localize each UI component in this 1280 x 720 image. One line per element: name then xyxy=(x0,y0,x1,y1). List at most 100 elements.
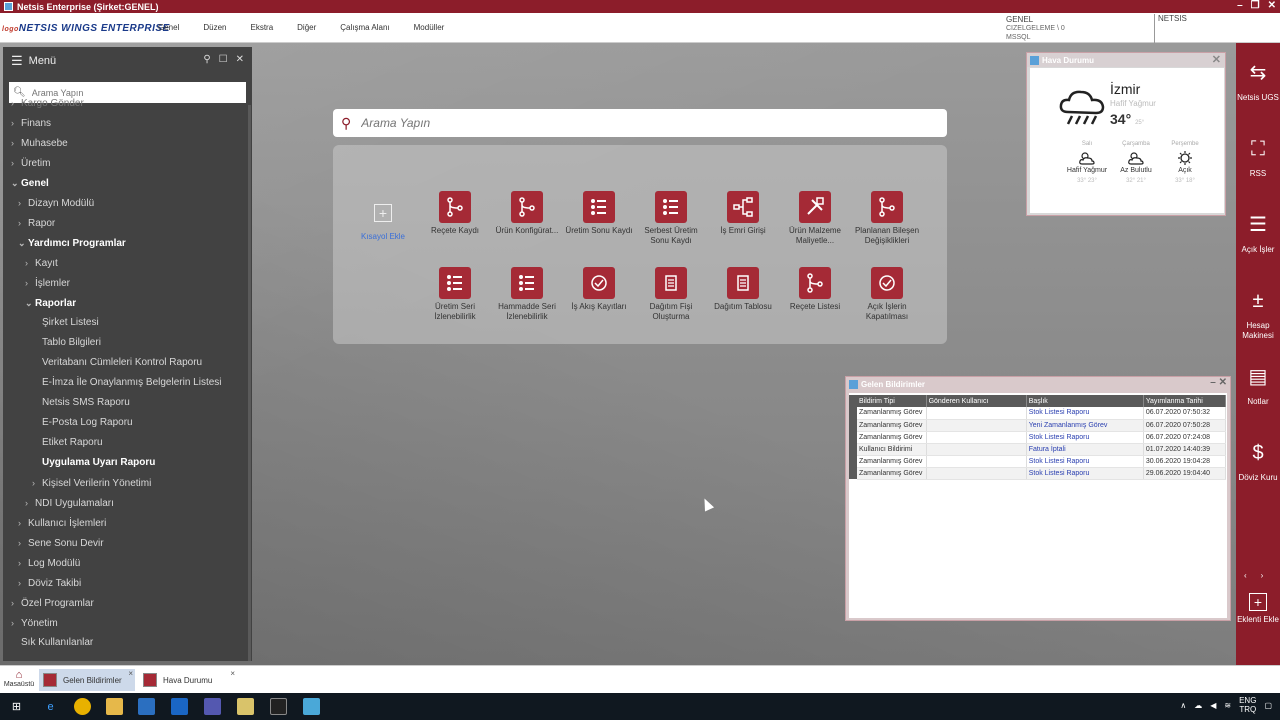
sidebar-item[interactable]: ▤ Notlar xyxy=(1236,361,1280,407)
column-header[interactable]: Gönderen Kullanıcı xyxy=(926,395,1027,407)
maximize-icon[interactable]: ☐ xyxy=(219,54,228,65)
shortcut-tile[interactable]: Üretim Seri İzlenebilirlik xyxy=(420,267,490,322)
shortcut-tile[interactable]: Reçete Listesi xyxy=(780,267,850,312)
table-cell[interactable]: Stok Listesi Raporu xyxy=(1026,431,1144,444)
menu-tree-item[interactable]: Etiket Raporu xyxy=(3,433,252,453)
menu-item[interactable]: Düzen xyxy=(203,23,226,32)
main-search-box[interactable]: ⚲ xyxy=(333,109,947,137)
chevron-right-icon[interactable]: › xyxy=(1261,571,1278,580)
close-icon[interactable]: ✕ xyxy=(1219,377,1227,388)
menu-item[interactable]: Diğer xyxy=(297,23,316,32)
table-cell[interactable]: Stok Listesi Raporu xyxy=(1026,467,1144,480)
sidebar-item[interactable]: ± Hesap Makinesi xyxy=(1236,285,1280,341)
shortcut-tile[interactable]: Planlanan Bileşen Değişiklikleri xyxy=(852,191,922,246)
tab-close-icon[interactable]: × xyxy=(128,669,133,678)
terminal-icon[interactable] xyxy=(270,698,287,715)
menu-tree-item[interactable]: › Üretim xyxy=(3,153,252,173)
tab-close-icon[interactable]: × xyxy=(230,669,235,678)
sidebar-arrows[interactable]: ‹› xyxy=(1244,571,1277,580)
shortcut-tile[interactable]: Dağıtım Fişi Oluşturma xyxy=(636,267,706,322)
menu-item[interactable]: Çalışma Alanı xyxy=(340,23,389,32)
notification-center-icon[interactable]: ▢ xyxy=(1264,701,1272,710)
shortcut-tile[interactable]: Üretim Sonu Kaydı xyxy=(564,191,634,236)
menu-tree-item[interactable]: › NDI Uygulamaları xyxy=(3,493,252,513)
minimize-icon[interactable]: – xyxy=(1210,377,1216,388)
column-header[interactable]: Başlık xyxy=(1026,395,1144,407)
volume-icon[interactable]: ◀ xyxy=(1210,701,1216,710)
menu-tree-item[interactable]: › Kişisel Verilerin Yönetimi xyxy=(3,473,252,493)
menu-tree-item[interactable]: › Yönetim xyxy=(3,613,252,633)
menu-tree-item[interactable]: ⌄ Raporlar xyxy=(3,293,252,313)
teams-icon[interactable] xyxy=(204,698,221,715)
menu-scrollbar[interactable] xyxy=(248,105,251,661)
table-row[interactable]: Zamanlanmış Görev Yeni Zamanlanmış Görev 0… xyxy=(849,419,1227,432)
menu-tree-item[interactable]: › Kullanıcı İşlemleri xyxy=(3,513,252,533)
network-icon[interactable]: ☁ xyxy=(1194,701,1202,710)
sidebar-item[interactable]: ☰ Açık İşler xyxy=(1236,209,1280,255)
table-cell[interactable]: Stok Listesi Raporu xyxy=(1026,407,1144,420)
outlook-icon[interactable] xyxy=(171,698,188,715)
menu-tree-item[interactable]: › Döviz Takibi xyxy=(3,573,252,593)
menu-tree-item[interactable]: Tablo Bilgileri xyxy=(3,333,252,353)
shortcut-tile[interactable]: Reçete Kaydı xyxy=(420,191,490,236)
menu-tree-item[interactable]: Sık Kullanılanlar xyxy=(3,633,252,653)
sidebar-item[interactable]: ⛶ RSS xyxy=(1236,133,1280,179)
menu-tree-item[interactable]: Veritabanı Cümleleri Kontrol Raporu xyxy=(3,353,252,373)
sidebar-item[interactable]: + Eklenti Ekle xyxy=(1236,593,1280,625)
close-icon[interactable]: ✕ xyxy=(1268,0,1276,11)
menu-tree-item[interactable]: › Rapor xyxy=(3,213,252,233)
menu-tree-item[interactable]: Netsis SMS Raporu xyxy=(3,393,252,413)
menu-tree-item[interactable]: Şirket Listesi xyxy=(3,313,252,333)
table-row[interactable]: Zamanlanmış Görev Stok Listesi Raporu 06.0… xyxy=(849,407,1227,420)
shortcut-tile[interactable]: İş Akış Kayıtları xyxy=(564,267,634,312)
table-row[interactable]: Zamanlanmış Görev Stok Listesi Raporu 29.0… xyxy=(849,467,1227,480)
main-search-input[interactable] xyxy=(361,116,922,130)
shortcut-tile[interactable]: Dağıtım Tablosu xyxy=(708,267,778,312)
table-cell[interactable]: Fatura İptali xyxy=(1026,443,1144,456)
menu-close-icon[interactable]: ✕ xyxy=(236,54,244,65)
task-tab-notifications[interactable]: Gelen Bildirimler × xyxy=(39,669,135,691)
menu-item[interactable]: Genel xyxy=(158,23,179,32)
chevron-left-icon[interactable]: ‹ xyxy=(1244,571,1261,580)
shortcut-tile[interactable]: + Kısayol Ekle xyxy=(348,197,418,242)
windows-start-icon[interactable]: ⊞ xyxy=(8,698,25,715)
netsis-app-icon[interactable] xyxy=(303,698,320,715)
table-cell[interactable]: Stok Listesi Raporu xyxy=(1026,455,1144,468)
hamburger-icon[interactable]: ☰ xyxy=(11,53,23,69)
menu-tree-item[interactable]: E-Posta Log Raporu xyxy=(3,413,252,433)
menu-tree-item[interactable]: › Özel Programlar xyxy=(3,593,252,613)
menu-item[interactable]: Ekstra xyxy=(250,23,273,32)
desktop-button[interactable]: ⌂ Masaüstü xyxy=(2,669,36,688)
tray-chevron-icon[interactable]: ∧ xyxy=(1180,701,1186,710)
menu-tree-item[interactable]: ⌄ Genel xyxy=(3,173,252,193)
wifi-icon[interactable]: ≋ xyxy=(1224,701,1231,710)
menu-tree-item[interactable]: Uygulama Uyarı Raporu xyxy=(3,453,252,473)
menu-tree-item[interactable]: › Finans xyxy=(3,113,252,133)
menu-tree-item[interactable]: › Muhasebe xyxy=(3,133,252,153)
shortcut-tile[interactable]: Hammadde Seri İzlenebilirlik xyxy=(492,267,562,322)
menu-tree-item[interactable]: › Dizayn Modülü xyxy=(3,193,252,213)
restore-icon[interactable]: ❐ xyxy=(1251,0,1260,11)
table-row[interactable]: Kullanıcı Bildirimi Fatura İptali 01.07.20… xyxy=(849,443,1227,456)
table-cell[interactable]: Yeni Zamanlanmış Görev xyxy=(1026,419,1144,432)
menu-tree-item[interactable]: › Kargo Gönder xyxy=(3,93,252,113)
pin-icon[interactable]: ⚲ xyxy=(203,54,210,65)
file-explorer-icon[interactable] xyxy=(106,698,123,715)
menu-tree-item[interactable]: ⌄ Yardımcı Programlar xyxy=(3,233,252,253)
store-icon[interactable] xyxy=(138,698,155,715)
shortcut-tile[interactable]: Açık İşlerin Kapatılması xyxy=(852,267,922,322)
language-indicator[interactable]: ENG TRQ xyxy=(1239,696,1256,714)
weather-close-icon[interactable]: ✕ xyxy=(1212,53,1221,66)
shortcut-tile[interactable]: Ürün Konfigürat... xyxy=(492,191,562,236)
menu-tree-item[interactable]: E-İmza İle Onaylanmış Belgelerin Listesi xyxy=(3,373,252,393)
table-row[interactable]: Zamanlanmış Görev Stok Listesi Raporu 30.0… xyxy=(849,455,1227,468)
task-tab-weather[interactable]: Hava Durumu × xyxy=(139,669,237,691)
column-header[interactable]: Yayımlanma Tarihi xyxy=(1143,395,1227,407)
sidebar-item[interactable]: ⇆ Netsis UGS xyxy=(1236,57,1280,103)
notes-icon[interactable] xyxy=(237,698,254,715)
menu-tree-item[interactable]: › Sene Sonu Devir xyxy=(3,533,252,553)
chrome-icon[interactable] xyxy=(74,698,91,715)
menu-tree-item[interactable]: › Log Modülü xyxy=(3,553,252,573)
edge-icon[interactable]: e xyxy=(42,698,59,715)
menu-tree-item[interactable]: › İşlemler xyxy=(3,273,252,293)
